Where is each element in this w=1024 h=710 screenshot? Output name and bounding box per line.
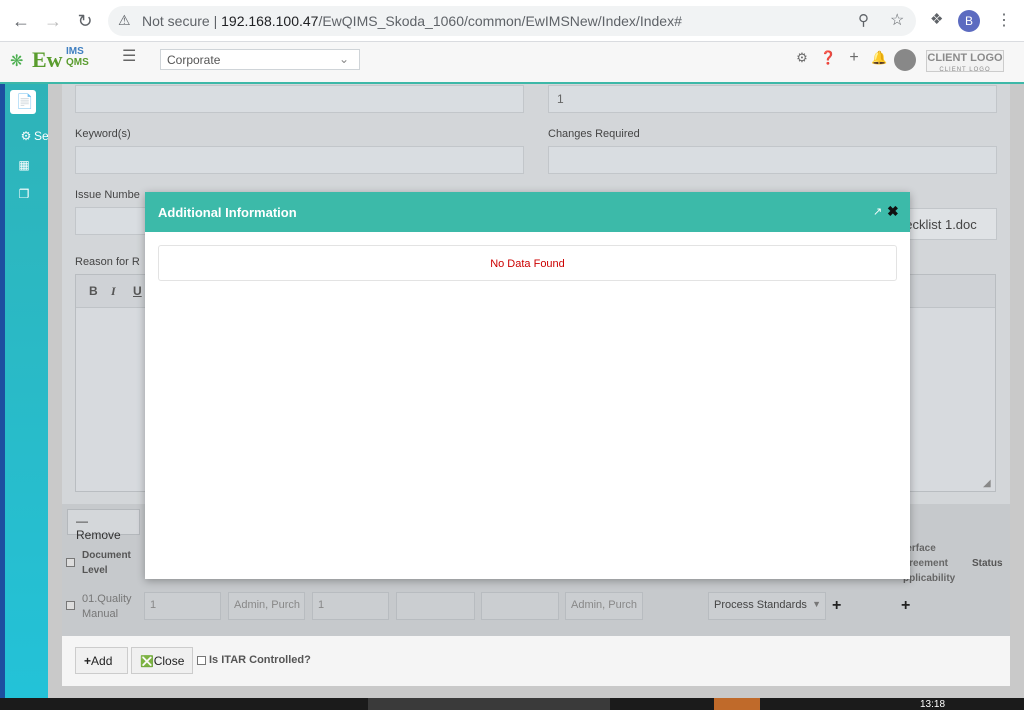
profile-avatar[interactable]: B (958, 10, 980, 32)
minus-icon: — (76, 514, 88, 528)
changes-required-input[interactable] (548, 146, 997, 174)
forward-arrow-icon[interactable]: → (42, 10, 64, 32)
bold-button[interactable]: B (89, 284, 98, 298)
row-checkbox[interactable] (66, 601, 75, 610)
help-icon[interactable]: ❓ (820, 50, 836, 66)
issue-number-input[interactable] (75, 207, 155, 235)
itar-checkbox[interactable] (197, 656, 206, 665)
back-arrow-icon[interactable]: ← (10, 10, 32, 32)
taskbar-apps (368, 698, 610, 710)
browser-menu-icon[interactable]: ⋮ (996, 10, 1012, 30)
process-standards-select[interactable]: Process Standards ▼ (708, 592, 826, 620)
add-row-plus-icon[interactable]: + (832, 597, 841, 615)
remove-button[interactable]: —Remove (67, 509, 140, 542)
plus-icon: + (84, 654, 92, 668)
sidebar-item-label[interactable]: Se (34, 129, 49, 143)
address-text: Not secure | 192.168.100.47/EwQIMS_Skoda… (142, 13, 682, 29)
cell-input-1[interactable]: 1 (144, 592, 221, 620)
cell-input-3[interactable]: 1 (312, 592, 389, 620)
url-host: 192.168.100.47 (221, 13, 319, 29)
select-all-checkbox[interactable] (66, 558, 75, 567)
no-data-message: No Data Found (158, 245, 897, 281)
issue-number-label: Issue Numbe (75, 189, 140, 201)
top-left-field[interactable] (75, 85, 524, 113)
underline-button[interactable]: U (133, 284, 142, 298)
logo-sub: QMS (66, 57, 89, 68)
attachment-field[interactable]: hecklist 1.doc (895, 208, 997, 240)
client-logo-sub: CLIENT LOGO (939, 67, 991, 73)
bookmark-star-icon[interactable]: ☆ (890, 10, 904, 30)
divider: | (213, 13, 222, 29)
reload-icon[interactable]: ↻ (74, 10, 96, 32)
keywords-label: Keyword(s) (75, 128, 131, 140)
taskbar-active-app[interactable] (714, 698, 760, 710)
top-right-field[interactable]: 1 (548, 85, 997, 113)
logo-star-icon: ❋ (10, 53, 24, 70)
security-label: Not secure (142, 13, 210, 29)
caret-down-icon: ▼ (812, 599, 821, 609)
cell-input-5[interactable] (481, 592, 559, 620)
org-select-value: Corporate (167, 53, 221, 67)
cell-input-4[interactable] (396, 592, 475, 620)
url-path: /EwQIMS_Skoda_1060/common/EwIMSNew/Index… (318, 13, 682, 29)
header-document-level: Document Level (82, 550, 131, 576)
sidebar-active-item[interactable]: 📄 (10, 90, 36, 114)
app-logo: ❋ Ew IMS QMS (10, 46, 96, 74)
document-icon: 📄 (16, 93, 34, 109)
hamburger-menu-icon[interactable]: ☰ (122, 46, 136, 66)
italic-button[interactable]: I (111, 284, 116, 299)
sidebar (0, 84, 48, 698)
zoom-icon[interactable]: ⚲ (858, 11, 869, 29)
modal-close-icon[interactable]: ✖ (887, 203, 899, 220)
external-link-icon[interactable]: ↗ (873, 205, 882, 218)
notification-bell-icon[interactable]: 🔔 (871, 50, 887, 66)
process-standards-value: Process Standards (714, 599, 807, 611)
extensions-puzzle-icon[interactable]: ❖ (930, 10, 943, 28)
user-avatar[interactable] (894, 49, 916, 71)
client-logo-text: CLIENT LOGO (927, 52, 1003, 64)
close-label: Close (153, 654, 185, 668)
org-select[interactable]: Corporate ⌄ (160, 49, 360, 70)
copy-pages-icon[interactable]: ❐ (14, 185, 34, 203)
modal-title: Additional Information (158, 205, 297, 220)
sidebar-accent-strip (0, 84, 5, 698)
itar-label: Is ITAR Controlled? (209, 654, 311, 666)
resize-handle-icon[interactable]: ◢ (983, 478, 991, 489)
client-logo: CLIENT LOGO CLIENT LOGO (926, 50, 1004, 73)
add-interface-plus-icon[interactable]: + (901, 597, 910, 615)
chevron-down-icon: ⌄ (338, 52, 349, 66)
cell-document-level: 01.Quality Manual (82, 593, 132, 620)
logo-text: Ew (32, 47, 63, 72)
add-button[interactable]: +Add (75, 647, 128, 674)
warning-icon[interactable]: ⚠ (118, 12, 131, 29)
add-plus-icon[interactable]: + (846, 50, 862, 66)
logo-sup: IMS (66, 46, 84, 57)
remove-label: Remove (76, 528, 121, 542)
close-x-box-icon: ❎ (140, 656, 154, 668)
cell-input-2[interactable]: Admin, Purch (228, 592, 305, 620)
changes-required-label: Changes Required (548, 128, 640, 140)
building-icon[interactable]: ▦ (14, 156, 34, 174)
reason-label: Reason for R (75, 256, 140, 268)
close-button[interactable]: ❎Close (131, 647, 193, 674)
settings-gear-icon[interactable]: ⚙ (794, 50, 810, 66)
taskbar-clock: 13:18 (920, 699, 946, 710)
cell-input-6[interactable]: Admin, Purch (565, 592, 643, 620)
header-interface-agreement: terface greement pplicability (903, 543, 956, 584)
add-label: Add (91, 654, 113, 668)
keywords-input[interactable] (75, 146, 524, 174)
header-status: Status (972, 558, 1003, 569)
settings-gears-icon[interactable]: ⚙ (16, 127, 36, 145)
